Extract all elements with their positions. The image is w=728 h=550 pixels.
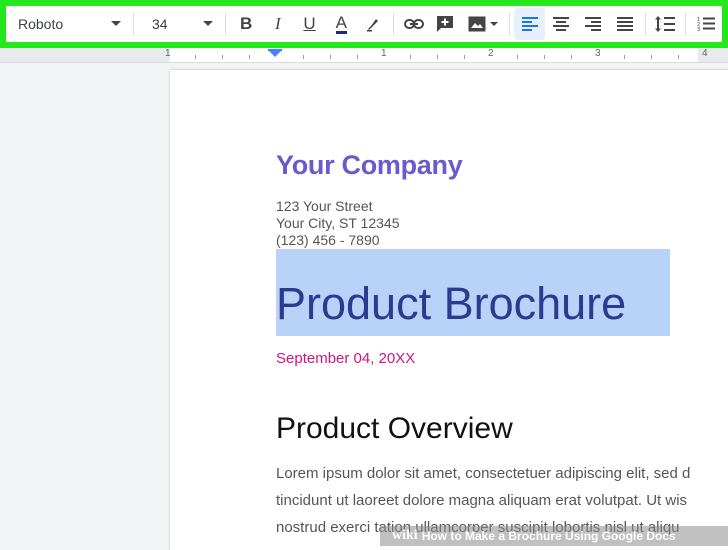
paragraph-line: tincidunt ut laoreet dolore magna aliqua… xyxy=(276,492,688,509)
ruler-tick xyxy=(195,55,196,59)
left-indent-handle[interactable] xyxy=(268,50,282,57)
underline-icon: U xyxy=(303,14,316,33)
underline-button[interactable]: U xyxy=(294,8,326,40)
numbered-list-icon: 123 xyxy=(697,17,716,32)
align-left-button[interactable] xyxy=(513,8,546,40)
ruler-tick xyxy=(222,55,223,59)
ruler-tick xyxy=(464,55,465,59)
numbered-list-button[interactable]: 123 xyxy=(690,8,722,40)
bold-button[interactable]: B xyxy=(230,8,262,40)
paragraph-line: Lorem ipsum dolor sit amet, consectetuer… xyxy=(276,465,691,482)
line-spacing-button[interactable] xyxy=(650,8,682,40)
text-color-button[interactable]: A xyxy=(325,8,357,40)
toolbar-divider xyxy=(392,13,394,35)
svg-text:3: 3 xyxy=(697,27,700,32)
image-icon xyxy=(468,16,486,32)
formatting-toolbar: Roboto 34 B I U A 1 2 3 xyxy=(0,0,728,48)
highlighter-icon xyxy=(366,19,378,32)
add-comment-icon xyxy=(437,16,454,32)
toolbar-divider xyxy=(132,13,134,35)
font-family-value: Roboto xyxy=(18,16,64,32)
ruler-label: 1 xyxy=(381,48,387,59)
address-line: Your City, ST 12345 xyxy=(276,215,400,231)
ruler-tick xyxy=(303,55,304,59)
ruler-label: 3 xyxy=(595,48,601,59)
italic-icon: I xyxy=(275,14,281,33)
chevron-down-icon xyxy=(110,21,121,26)
ruler-tick xyxy=(249,55,250,59)
ruler-tick xyxy=(678,55,679,59)
bold-icon: B xyxy=(240,14,253,33)
document-date[interactable]: September 04, 20XX xyxy=(276,350,415,367)
insert-link-button[interactable] xyxy=(398,8,430,40)
chevron-down-icon xyxy=(203,21,214,26)
ruler-label: 1 xyxy=(165,48,171,59)
ruler-label: 4 xyxy=(702,48,708,59)
ruler-tick xyxy=(651,55,652,59)
ruler-tick xyxy=(624,55,625,59)
document-title[interactable]: Product Brochure xyxy=(276,278,626,330)
align-center-button[interactable] xyxy=(545,8,577,40)
align-center-icon xyxy=(553,17,570,31)
watermark-text: How to Make a Brochure Using Google Docs xyxy=(421,529,676,543)
line-spacing-icon xyxy=(655,16,676,32)
address-line: (123) 456 - 7890 xyxy=(276,232,380,248)
company-name[interactable]: Your Company xyxy=(276,150,463,181)
watermark-banner: wiki How to Make a Brochure Using Google… xyxy=(380,526,728,546)
chevron-down-icon xyxy=(490,22,498,26)
align-left-icon xyxy=(521,17,538,31)
company-address[interactable]: 123 Your Street Your City, ST 12345 (123… xyxy=(276,198,399,249)
ruler-tick xyxy=(357,55,358,59)
ruler-tick xyxy=(517,55,518,59)
font-size-value: 34 xyxy=(151,16,168,32)
toolbar-divider xyxy=(225,13,227,35)
align-right-button[interactable] xyxy=(577,8,609,40)
document-page[interactable]: Your Company 123 Your Street Your City, … xyxy=(170,70,728,550)
ruler-tick xyxy=(330,55,331,59)
text-color-icon: A xyxy=(335,12,347,34)
italic-button[interactable]: I xyxy=(262,8,294,40)
align-justify-icon xyxy=(616,17,633,31)
ruler[interactable]: 1 1 2 3 4 xyxy=(0,48,728,63)
justify-button[interactable] xyxy=(609,8,641,40)
highlight-color-button[interactable] xyxy=(357,8,389,40)
section-heading[interactable]: Product Overview xyxy=(276,412,513,446)
address-line: 123 Your Street xyxy=(276,198,373,214)
ruler-tick xyxy=(410,55,411,59)
ruler-tick xyxy=(437,55,438,59)
watermark-logo: wiki xyxy=(392,528,418,543)
toolbar-divider xyxy=(685,13,687,35)
toolbar-divider xyxy=(644,13,646,35)
ruler-tick xyxy=(571,55,572,59)
ruler-margin-left xyxy=(0,48,170,62)
toolbar-divider xyxy=(508,13,510,35)
ruler-label: 2 xyxy=(488,48,494,59)
insert-image-button[interactable] xyxy=(461,8,505,40)
font-family-dropdown[interactable]: Roboto xyxy=(6,8,129,40)
align-right-icon xyxy=(585,17,602,31)
ruler-tick xyxy=(544,55,545,59)
font-size-dropdown[interactable]: 34 xyxy=(138,8,221,40)
insert-comment-button[interactable] xyxy=(430,8,462,40)
link-icon xyxy=(403,19,424,29)
